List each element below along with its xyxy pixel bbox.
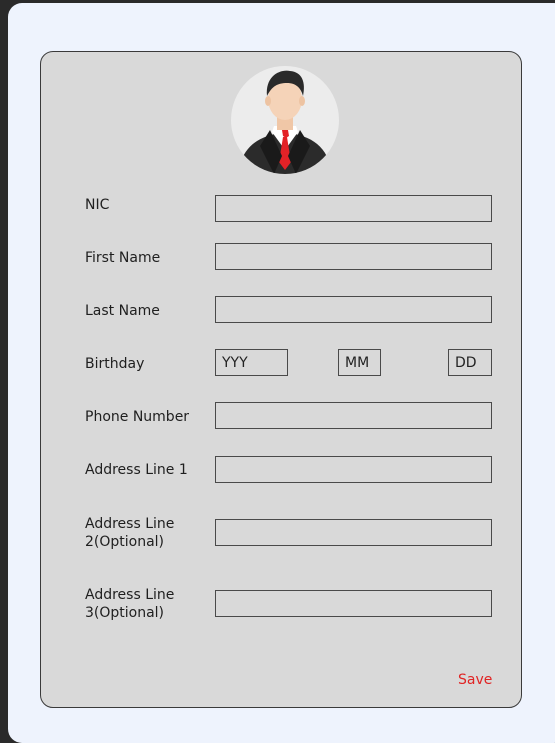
address-line-2-label: Address Line 2(Optional) — [85, 516, 175, 550]
first-name-label: First Name — [85, 250, 161, 266]
first-name-input[interactable] — [215, 243, 492, 270]
address-line-3-label: Address Line 3(Optional) — [85, 587, 175, 621]
last-name-label: Last Name — [85, 303, 160, 319]
phone-input[interactable] — [215, 402, 492, 429]
birthday-day-input[interactable] — [448, 349, 492, 376]
birthday-year-input[interactable] — [215, 349, 288, 376]
nic-label: NIC — [85, 197, 110, 213]
birthday-month-input[interactable] — [338, 349, 381, 376]
user-avatar-icon — [231, 66, 339, 174]
address-line-1-input[interactable] — [215, 456, 492, 483]
last-name-input[interactable] — [215, 296, 492, 323]
address-line-1-label: Address Line 1 — [85, 462, 188, 478]
address-line-2-input[interactable] — [215, 519, 492, 546]
nic-input[interactable] — [215, 195, 492, 222]
save-button[interactable]: Save — [458, 672, 492, 688]
phone-label: Phone Number — [85, 409, 190, 425]
birthday-label: Birthday — [85, 356, 145, 372]
address-line-3-input[interactable] — [215, 590, 492, 617]
